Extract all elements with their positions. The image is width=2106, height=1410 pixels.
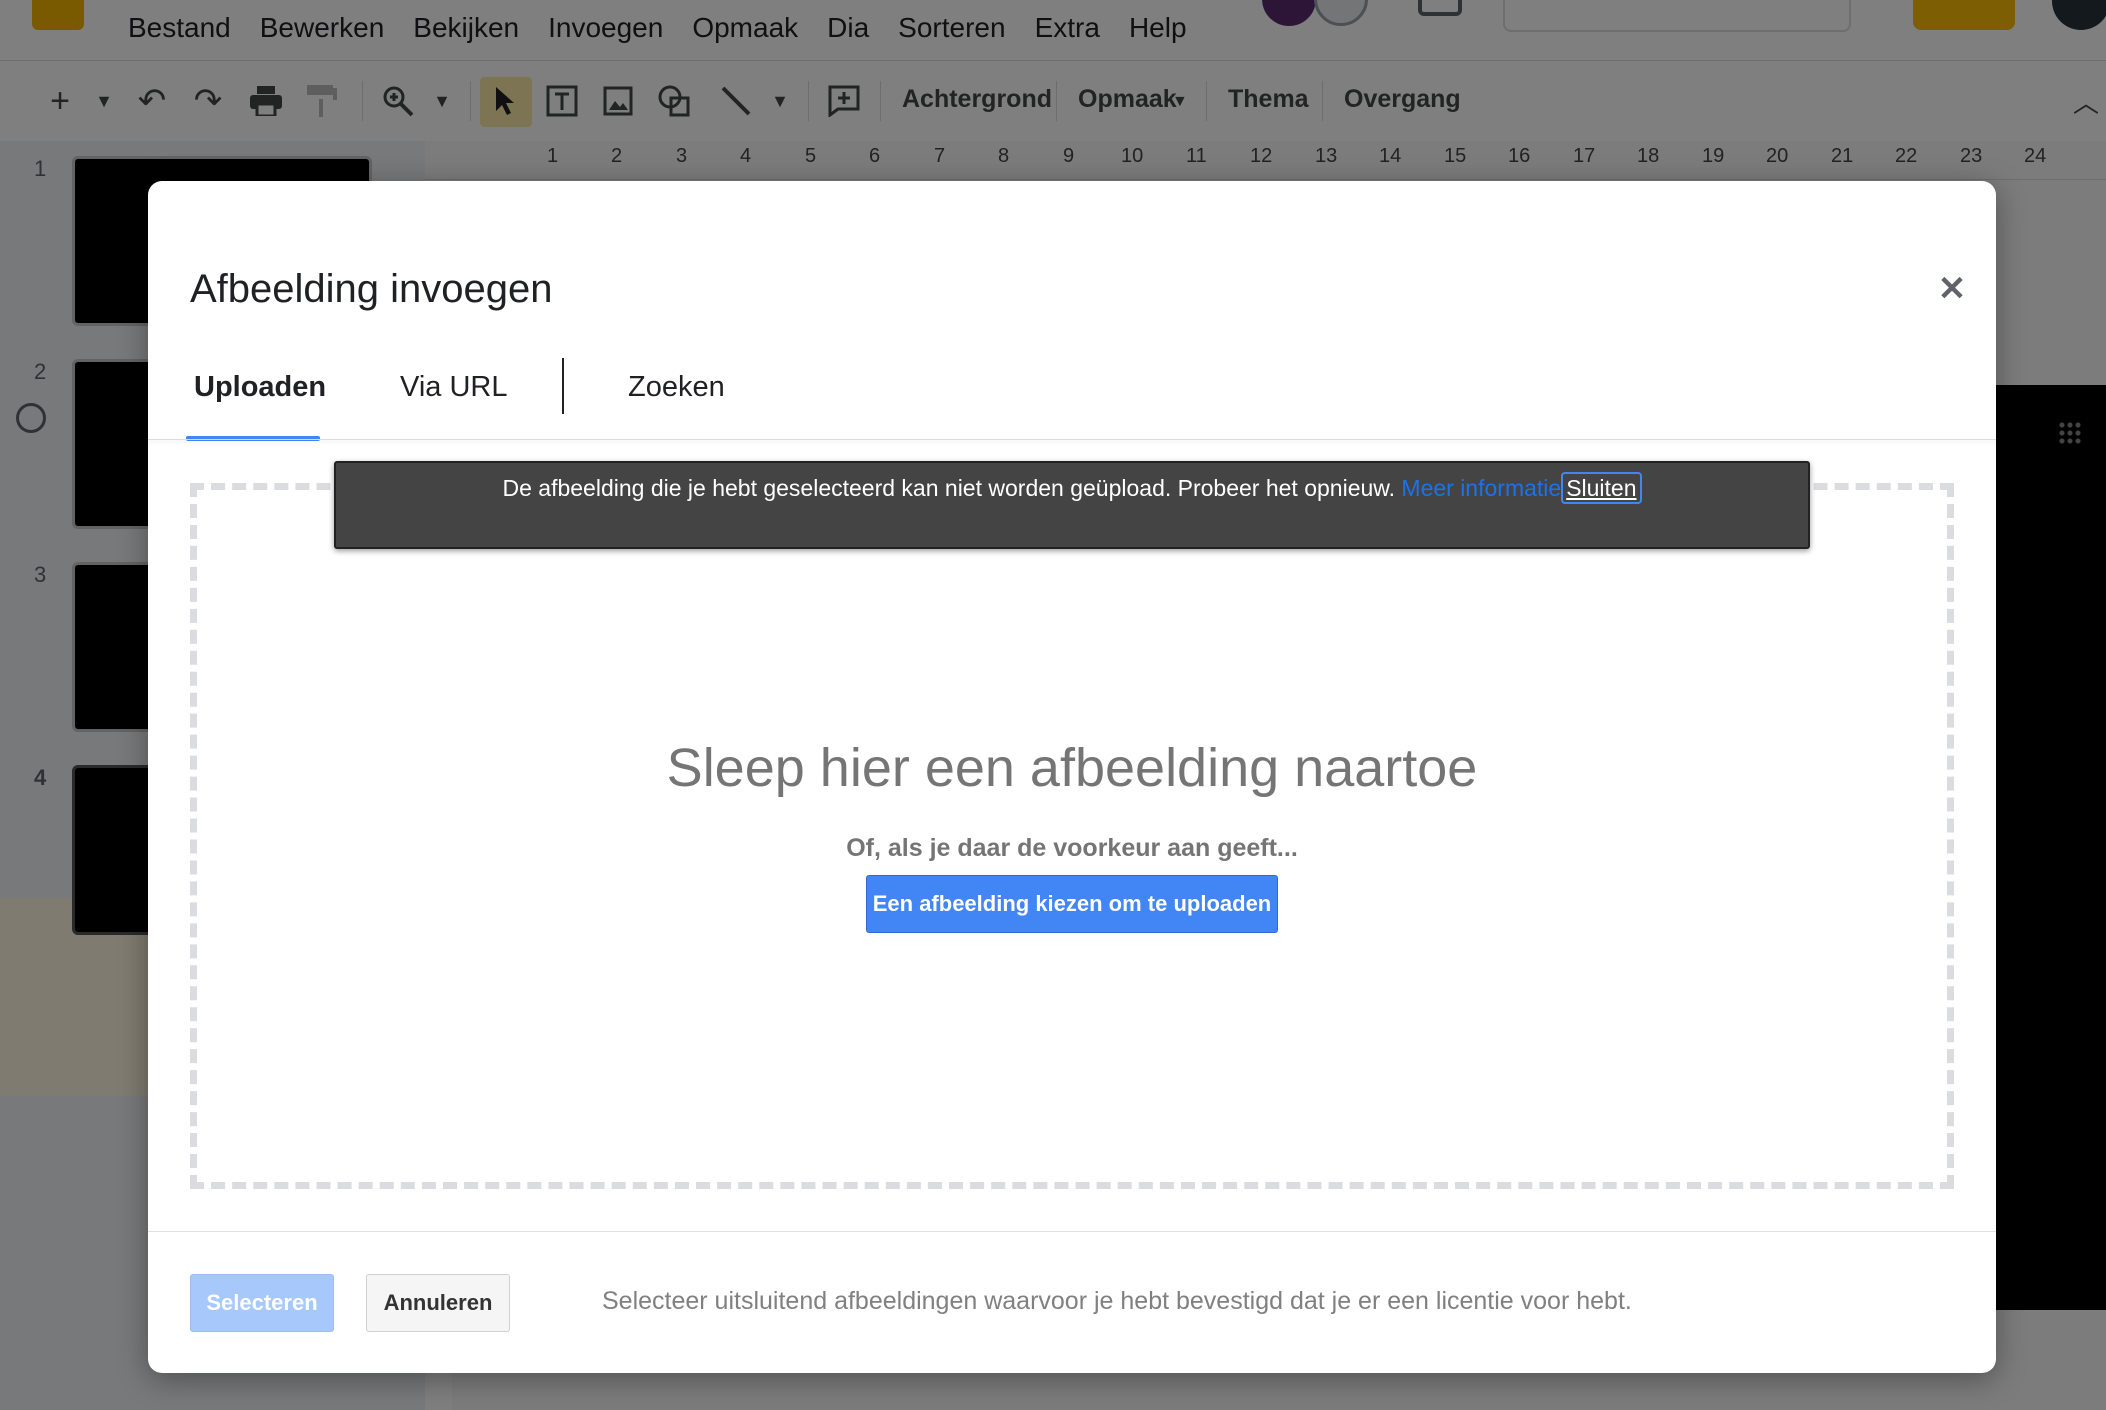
select-button[interactable]: Selecteren — [190, 1274, 334, 1332]
choose-image-button[interactable]: Een afbeelding kiezen om te uploaden — [866, 875, 1278, 933]
toast-close-button[interactable]: Sluiten — [1561, 472, 1642, 504]
dialog-title: Afbeelding invoegen — [190, 267, 553, 311]
tab-via-url[interactable]: Via URL — [400, 371, 507, 404]
tab-upload[interactable]: Uploaden — [194, 371, 326, 404]
insert-image-dialog: Afbeelding invoegen ✕ Uploaden Via URL Z… — [148, 181, 1996, 1373]
tab-separator — [562, 358, 564, 414]
license-note: Selecteer uitsluitend afbeeldingen waarv… — [602, 1287, 1632, 1315]
cancel-button[interactable]: Annuleren — [366, 1274, 510, 1332]
upload-error-toast: De afbeelding die je hebt geselecteerd k… — [334, 461, 1810, 549]
toast-message: De afbeelding die je hebt geselecteerd k… — [502, 475, 1396, 501]
close-icon[interactable]: ✕ — [1932, 269, 1972, 309]
drop-zone-subheading: Of, als je daar de voorkeur aan geeft... — [846, 834, 1298, 862]
toast-message-row: De afbeelding die je hebt geselecteerd k… — [336, 472, 1808, 504]
footer-divider — [148, 1231, 1996, 1232]
drop-zone-heading: Sleep hier een afbeelding naartoe — [666, 738, 1478, 798]
tab-search[interactable]: Zoeken — [628, 371, 725, 404]
tabs-divider — [148, 439, 1996, 440]
more-info-link[interactable]: Meer informatie — [1401, 475, 1561, 501]
